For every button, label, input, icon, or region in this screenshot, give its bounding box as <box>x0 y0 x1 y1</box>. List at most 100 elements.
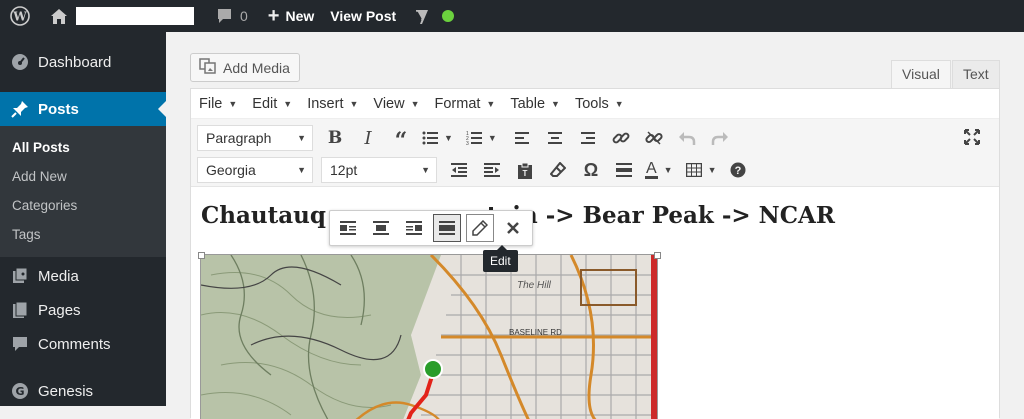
media-icon <box>199 58 217 77</box>
comments-count: 0 <box>240 8 248 24</box>
redo-button[interactable] <box>706 124 734 152</box>
image-remove-button[interactable] <box>499 214 527 242</box>
svg-text:?: ? <box>734 165 741 177</box>
resize-handle-top-left[interactable] <box>198 252 205 259</box>
svg-text:G: G <box>15 385 24 398</box>
bullet-list-button[interactable]: ▼ <box>420 124 455 152</box>
horizontal-line-icon <box>616 163 632 177</box>
submenu-item-tags[interactable]: Tags <box>0 220 166 249</box>
sidebar-item-media[interactable]: Media <box>0 259 166 293</box>
insert-link-button[interactable] <box>607 124 635 152</box>
caret-down-icon: ▼ <box>349 98 359 109</box>
indent-icon <box>484 163 500 177</box>
format-select[interactable]: Paragraph ▼ <box>197 125 313 151</box>
align-right-button[interactable] <box>574 124 602 152</box>
sidebar-item-comments[interactable]: Comments <box>0 327 166 361</box>
admin-sidebar: Dashboard Posts All Posts Add New Catego… <box>0 32 166 406</box>
paste-as-text-button[interactable]: T <box>511 156 539 184</box>
caret-down-icon: ▼ <box>410 98 420 109</box>
caret-down-icon: ▼ <box>297 133 306 143</box>
menu-insert[interactable]: Insert ▼ <box>307 96 358 112</box>
align-center-button[interactable] <box>541 124 569 152</box>
unlink-button[interactable] <box>640 124 668 152</box>
fullscreen-icon <box>964 129 980 145</box>
numbered-list-button[interactable]: 123 ▼ <box>464 124 499 152</box>
fullscreen-button[interactable] <box>958 123 986 151</box>
unlink-icon <box>645 131 663 145</box>
image-align-center-button[interactable] <box>367 214 395 242</box>
outdent-icon <box>451 163 467 177</box>
menu-file[interactable]: File ▼ <box>199 96 237 112</box>
indent-button[interactable] <box>478 156 506 184</box>
image-edit-button[interactable] <box>466 214 494 242</box>
site-home-link[interactable] <box>38 0 202 32</box>
submenu-item-add-new[interactable]: Add New <box>0 162 166 191</box>
caret-down-icon: ▼ <box>297 165 306 175</box>
menu-label: View <box>373 95 405 112</box>
submenu-item-all-posts[interactable]: All Posts <box>0 133 166 162</box>
sidebar-item-label: Comments <box>38 335 111 353</box>
post-editor-area: Add Media Visual Text File ▼ Edit ▼ Insert… <box>166 32 1024 419</box>
map-label-the-hill: The Hill <box>517 280 552 291</box>
menu-tools[interactable]: Tools ▼ <box>575 96 624 112</box>
help-button[interactable]: ? <box>724 156 752 184</box>
image-inline-toolbar <box>329 210 533 246</box>
font-size-select[interactable]: 12pt ▼ <box>321 157 437 183</box>
caret-down-icon: ▼ <box>486 98 496 109</box>
sidebar-item-pages[interactable]: Pages <box>0 293 166 327</box>
menu-label: Insert <box>307 95 344 112</box>
font-family-select[interactable]: Georgia ▼ <box>197 157 313 183</box>
menu-view[interactable]: View ▼ <box>373 96 419 112</box>
sidebar-item-label: Pages <box>38 301 81 319</box>
sidebar-item-genesis[interactable]: G Genesis <box>0 374 166 408</box>
editor-content[interactable]: ChautauqMountain -> Bear Peak -> NCAR <box>191 188 999 419</box>
view-post-label: View Post <box>330 8 397 24</box>
image-align-left-button[interactable] <box>334 214 362 242</box>
tinymce-editor: File ▼ Edit ▼ Insert ▼ View ▼ Format ▼ Table ▼… <box>190 88 1000 419</box>
undo-button[interactable] <box>673 124 701 152</box>
align-left-button[interactable] <box>508 124 536 152</box>
view-post-link[interactable]: View Post <box>322 0 404 32</box>
sidebar-item-label: Posts <box>38 100 79 118</box>
resize-handle-top-right[interactable] <box>654 252 661 259</box>
sidebar-item-dashboard[interactable]: Dashboard <box>0 45 166 79</box>
image-align-right-button[interactable] <box>400 214 428 242</box>
wordpress-logo-icon[interactable]: W <box>0 0 38 32</box>
clear-formatting-button[interactable] <box>544 156 572 184</box>
table-button[interactable]: ▼ <box>684 156 719 184</box>
menu-label: File <box>199 95 223 112</box>
sidebar-item-posts[interactable]: Posts <box>0 92 166 126</box>
map-label-baseline: BASELINE RD <box>509 328 562 337</box>
outdent-button[interactable] <box>445 156 473 184</box>
add-media-button[interactable]: Add Media <box>190 53 300 82</box>
pin-icon <box>10 99 30 119</box>
trail-map-image[interactable]: The Hill BASELINE RD <box>200 254 658 419</box>
menu-format[interactable]: Format ▼ <box>435 96 496 112</box>
text-color-button[interactable]: A ▼ <box>643 156 675 184</box>
home-icon <box>50 8 68 25</box>
menu-table[interactable]: Table ▼ <box>510 96 560 112</box>
italic-button[interactable]: I <box>354 124 382 152</box>
posts-submenu: All Posts Add New Categories Tags <box>0 126 166 257</box>
pencil-icon <box>472 220 488 236</box>
horizontal-line-button[interactable] <box>610 156 638 184</box>
sidebar-item-label: Dashboard <box>38 53 112 71</box>
close-icon <box>507 222 519 234</box>
bold-button[interactable]: B <box>321 124 349 152</box>
yoast-seo-menu[interactable] <box>404 0 462 32</box>
new-content-link[interactable]: + New <box>256 0 322 32</box>
submenu-item-categories[interactable]: Categories <box>0 191 166 220</box>
tab-text[interactable]: Text <box>952 60 1000 89</box>
caret-down-icon: ▼ <box>707 165 717 175</box>
menu-edit[interactable]: Edit ▼ <box>252 96 292 112</box>
font-family-value: Georgia <box>206 162 256 178</box>
tab-visual[interactable]: Visual <box>891 60 951 89</box>
comments-link[interactable]: 0 <box>202 0 256 32</box>
special-character-button[interactable]: Ω <box>577 156 605 184</box>
blockquote-button[interactable]: “ <box>387 124 415 152</box>
media-icon <box>10 266 30 286</box>
image-align-none-button[interactable] <box>433 214 461 242</box>
format-select-value: Paragraph <box>206 130 272 146</box>
toolbar-row-1: Paragraph ▼ B I “ ▼ 123 ▼ <box>197 123 739 153</box>
bold-icon: B <box>327 128 343 148</box>
